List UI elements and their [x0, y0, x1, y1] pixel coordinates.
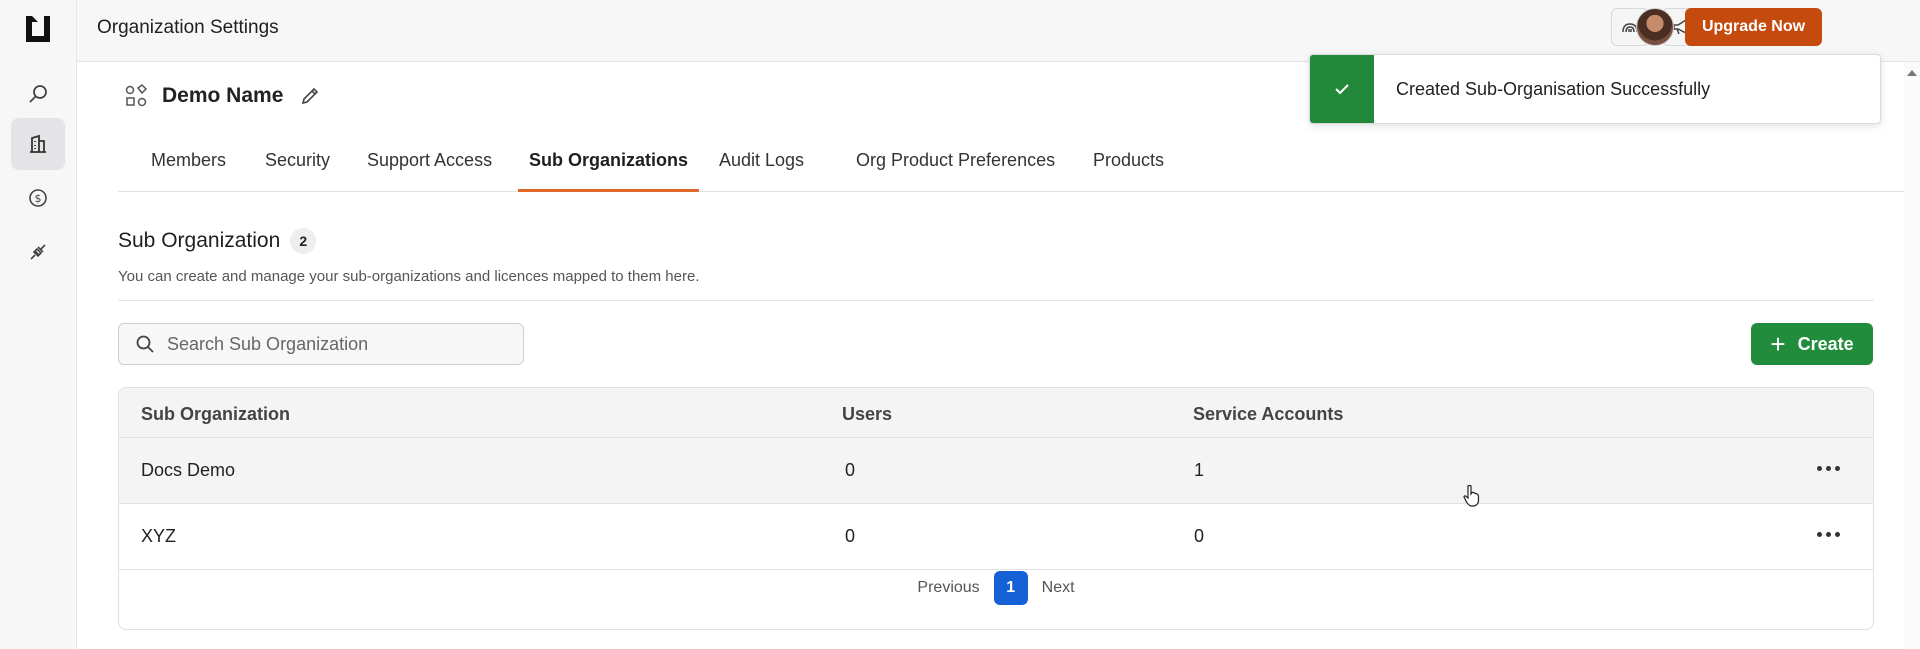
toast-message: Created Sub-Organisation Successfully	[1396, 78, 1711, 99]
divider	[118, 300, 1874, 301]
plug-icon	[30, 244, 46, 260]
table-row[interactable]: Docs Demo 0 1	[119, 438, 1873, 504]
table-header: Sub Organization Users Service Accounts	[119, 388, 1873, 438]
sub-org-table: Sub Organization Users Service Accounts …	[118, 387, 1874, 630]
search-icon	[136, 335, 154, 353]
plus-icon: +	[1770, 329, 1786, 359]
top-bar: Organization Settings Upgrade Now	[77, 0, 1920, 62]
nav-billing[interactable]: $	[11, 172, 65, 224]
tab-org-product-preferences[interactable]: Org Product Preferences	[845, 150, 1066, 192]
tab-members[interactable]: Members	[140, 150, 237, 192]
more-options-icon[interactable]	[1813, 456, 1843, 480]
create-button[interactable]: + Create	[1751, 323, 1873, 365]
nav-search[interactable]	[11, 68, 65, 120]
logo-icon[interactable]	[24, 14, 52, 44]
search-box[interactable]	[118, 323, 524, 365]
tab-security[interactable]: Security	[254, 150, 341, 192]
search-icon	[29, 85, 47, 103]
org-shapes-icon	[125, 84, 148, 107]
create-label: Create	[1797, 333, 1854, 354]
cell-sub-organization: XYZ	[141, 526, 177, 546]
section-header: Sub Organization 2	[118, 228, 317, 254]
scroll-up-icon[interactable]	[1907, 70, 1917, 76]
cell-service-accounts: 1	[1194, 460, 1205, 480]
column-header-service-accounts: Service Accounts	[1193, 404, 1344, 424]
column-header-sub-organization: Sub Organization	[141, 404, 291, 424]
cell-users: 0	[845, 526, 856, 546]
page-title: Organization Settings	[97, 17, 279, 38]
svg-text:$: $	[35, 192, 42, 205]
left-rail: $	[0, 0, 77, 649]
building-icon	[30, 134, 46, 153]
page-number-button[interactable]: 1	[993, 571, 1028, 605]
org-name: Demo Name	[162, 84, 284, 107]
avatar[interactable]	[1636, 8, 1674, 46]
search-input[interactable]	[167, 333, 507, 355]
previous-page-link[interactable]: Previous	[917, 579, 979, 597]
toast-status	[1310, 55, 1374, 123]
org-header: Demo Name	[124, 80, 321, 112]
section-title: Sub Organization	[118, 229, 281, 252]
tab-support-access[interactable]: Support Access	[356, 150, 503, 192]
section-description: You can create and manage your sub-organ…	[118, 268, 700, 285]
more-options-icon[interactable]	[1813, 522, 1843, 546]
tab-audit-logs[interactable]: Audit Logs	[708, 150, 815, 192]
tab-sub-organizations[interactable]: Sub Organizations	[518, 150, 700, 192]
nav-integrations[interactable]	[11, 226, 65, 278]
check-icon	[1335, 84, 1349, 95]
hand-cursor-icon	[1463, 484, 1480, 507]
column-header-users: Users	[842, 404, 893, 424]
success-toast: Created Sub-Organisation Successfully	[1309, 54, 1881, 124]
upgrade-now-button[interactable]: Upgrade Now	[1685, 8, 1822, 46]
count-badge: 2	[290, 228, 317, 254]
cell-service-accounts: 0	[1194, 526, 1205, 546]
next-page-link[interactable]: Next	[1042, 579, 1075, 597]
cell-sub-organization: Docs Demo	[141, 460, 236, 480]
pencil-icon[interactable]	[299, 85, 321, 107]
dollar-icon: $	[29, 189, 47, 207]
nav-organization[interactable]	[11, 118, 65, 170]
tab-products[interactable]: Products	[1082, 150, 1175, 192]
pagination: Previous 1 Next	[119, 570, 1873, 606]
table-row[interactable]: XYZ 0 0	[119, 504, 1873, 570]
settings-tabs: Members Security Support Access Sub Orga…	[118, 140, 1904, 192]
scrollbar[interactable]	[1904, 62, 1920, 649]
cell-users: 0	[845, 460, 856, 480]
